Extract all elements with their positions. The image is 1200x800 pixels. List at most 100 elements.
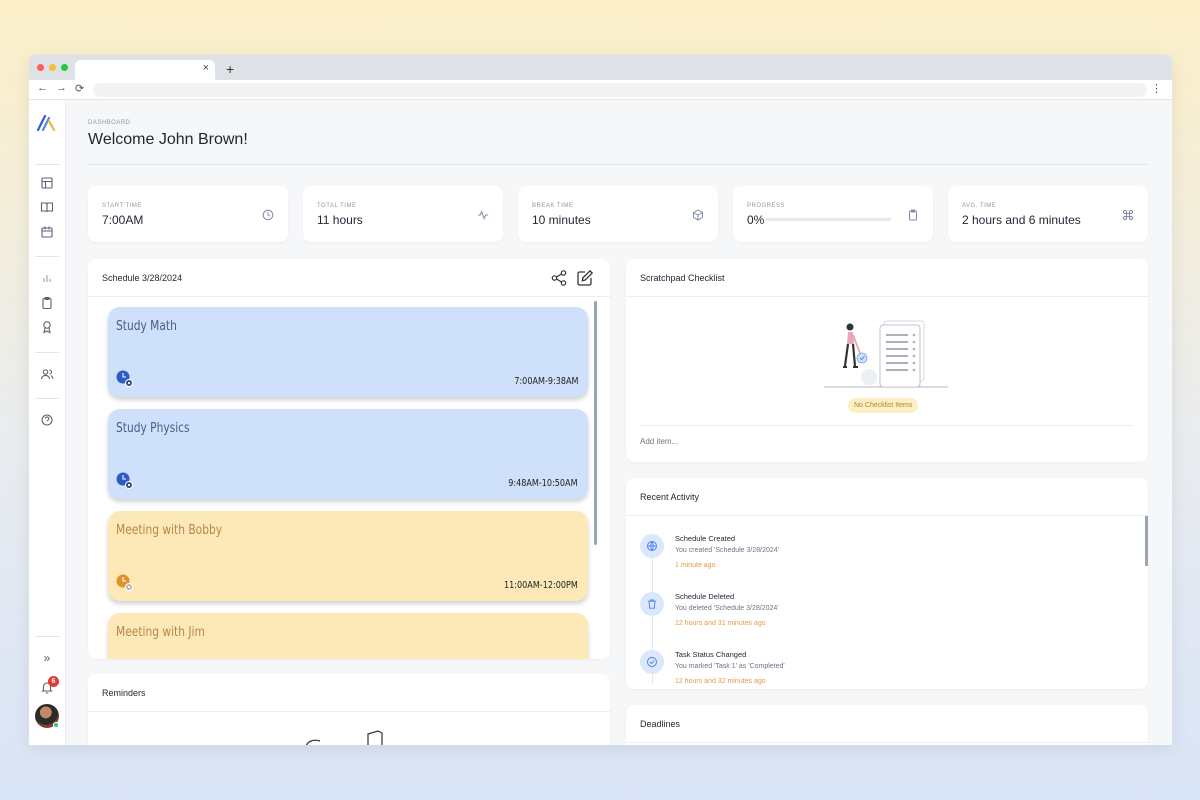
add-item-input[interactable] <box>640 437 940 446</box>
trash-icon <box>640 592 664 616</box>
reminders-title: Reminders <box>102 688 146 698</box>
help-icon[interactable] <box>40 413 54 427</box>
close-window-button[interactable] <box>37 64 44 71</box>
book-icon[interactable] <box>40 200 54 214</box>
sidebar-divider <box>35 398 59 399</box>
activity-title: Task Status Changed <box>675 650 747 659</box>
command-icon <box>1122 208 1134 220</box>
checklist-divider <box>640 425 1134 426</box>
activity-title: Schedule Created <box>675 534 736 543</box>
stat-card-total-time: TOTAL TIME 11 hours <box>303 186 503 242</box>
stat-card-start-time: START TIME 7:00AM <box>88 186 288 242</box>
check-circle-icon <box>640 650 664 674</box>
app: » 6 DASHBOARD Welcome John Brown! START … <box>29 100 1172 745</box>
clock-icon <box>262 208 274 221</box>
activity-time: 1 minute ago <box>675 562 716 569</box>
box-icon <box>692 208 704 221</box>
schedule-scrollbar[interactable] <box>594 301 597 545</box>
stat-label: PROGRESS <box>747 203 786 209</box>
tab-bar: × + <box>29 55 1172 80</box>
empty-checklist-illustration <box>822 311 952 391</box>
deadlines-header: Deadlines <box>626 705 1148 743</box>
activity-description: You created 'Schedule 3/28/2024' <box>675 547 779 554</box>
clipboard-icon[interactable] <box>40 296 54 310</box>
layout-icon[interactable] <box>40 176 54 190</box>
calendar-icon[interactable] <box>40 225 54 239</box>
window-controls <box>37 64 68 71</box>
empty-state-label: No Checklist Items <box>848 398 919 413</box>
schedule-title: Schedule 3/28/2024 <box>102 273 183 283</box>
stat-label: TOTAL TIME <box>317 203 357 209</box>
deadlines-card: Deadlines <box>626 705 1148 745</box>
event-title: Study Physics <box>116 421 190 436</box>
clock-settings-icon[interactable] <box>116 574 134 592</box>
event-title: Meeting with Jim <box>116 625 205 640</box>
activity-description: You marked 'Task 1' as 'Completed' <box>675 663 785 670</box>
breadcrumb: DASHBOARD <box>88 120 131 126</box>
sidebar-divider <box>35 256 59 257</box>
activity-header: Recent Activity <box>626 478 1148 516</box>
url-input[interactable] <box>93 83 1147 97</box>
stat-card-avg-time: AVG. TIME 2 hours and 6 minutes <box>948 186 1148 242</box>
schedule-event[interactable]: Study Physics 9:48AM-10:50AM <box>108 409 588 499</box>
forward-icon[interactable]: → <box>56 82 67 94</box>
reminders-header: Reminders <box>88 674 610 712</box>
page-title: Welcome John Brown! <box>88 131 248 148</box>
schedule-event[interactable]: Meeting with Bobby 11:00AM-12:00PM <box>108 511 588 601</box>
event-title: Meeting with Bobby <box>116 523 223 538</box>
bar-chart-icon[interactable] <box>40 271 54 285</box>
clock-settings-icon[interactable] <box>116 472 134 490</box>
stat-value: 10 minutes <box>532 213 591 227</box>
reload-icon[interactable]: ⟳ <box>75 82 84 95</box>
event-time: 9:48AM-10:50AM <box>508 478 578 489</box>
activity-title: Recent Activity <box>640 492 700 502</box>
minimize-window-button[interactable] <box>49 64 56 71</box>
expand-sidebar-icon[interactable]: » <box>40 651 54 665</box>
notification-badge: 6 <box>48 676 59 687</box>
scratchpad-header: Scratchpad Checklist <box>626 259 1148 297</box>
new-tab-button[interactable]: + <box>226 61 234 77</box>
award-icon[interactable] <box>40 320 54 334</box>
globe-icon <box>640 534 664 558</box>
deadlines-title: Deadlines <box>640 719 681 729</box>
maximize-window-button[interactable] <box>61 64 68 71</box>
stat-label: START TIME <box>102 203 142 209</box>
sidebar-divider <box>35 352 59 353</box>
activity-time: 12 hours and 31 minutes ago <box>675 620 766 627</box>
event-title: Study Math <box>116 319 177 334</box>
browser-menu-icon[interactable]: ⋮ <box>1151 82 1162 95</box>
sidebar-divider <box>35 636 59 637</box>
sidebar: » 6 <box>29 100 66 745</box>
clipboard-icon <box>907 208 919 221</box>
activity-scrollbar[interactable] <box>1145 516 1148 566</box>
users-icon[interactable] <box>40 367 54 381</box>
event-time: 11:00AM-12:00PM <box>504 580 578 591</box>
schedule-event[interactable]: Study Math 7:00AM-9:38AM <box>108 307 588 397</box>
scratchpad-title: Scratchpad Checklist <box>640 273 725 283</box>
tab-close-icon[interactable]: × <box>203 62 209 74</box>
address-bar: ← → ⟳ ⋮ <box>29 80 1172 100</box>
stat-label: BREAK TIME <box>532 203 574 209</box>
header-divider <box>88 164 1148 165</box>
edit-icon[interactable] <box>576 269 594 287</box>
clock-settings-icon[interactable] <box>116 370 134 388</box>
schedule-event[interactable]: Meeting with Jim <box>108 613 588 659</box>
back-icon[interactable]: ← <box>37 82 48 94</box>
logo-icon[interactable] <box>36 114 57 136</box>
online-status-indicator <box>53 722 59 728</box>
main-content: DASHBOARD Welcome John Brown! START TIME… <box>66 100 1172 745</box>
activity-description: You deleted 'Schedule 3/28/2024' <box>675 605 779 612</box>
schedule-header: Schedule 3/28/2024 <box>88 259 610 297</box>
stat-card-break-time: BREAK TIME 10 minutes <box>518 186 718 242</box>
activity-time: 12 hours and 32 minutes ago <box>675 678 766 685</box>
share-icon[interactable] <box>550 269 568 287</box>
stat-value: 7:00AM <box>102 213 144 227</box>
event-time: 7:00AM-9:38AM <box>513 376 578 387</box>
reminders-card: Reminders <box>88 674 610 745</box>
browser-tab[interactable]: × <box>75 60 215 80</box>
recent-activity-card: Recent Activity Schedule Created You cre… <box>626 478 1148 689</box>
stat-value: 2 hours and 6 minutes <box>962 213 1081 227</box>
sidebar-divider <box>35 164 59 165</box>
reminders-illustration <box>304 728 384 745</box>
schedule-card: Schedule 3/28/2024 Study Math 7:00AM-9:3… <box>88 259 610 659</box>
